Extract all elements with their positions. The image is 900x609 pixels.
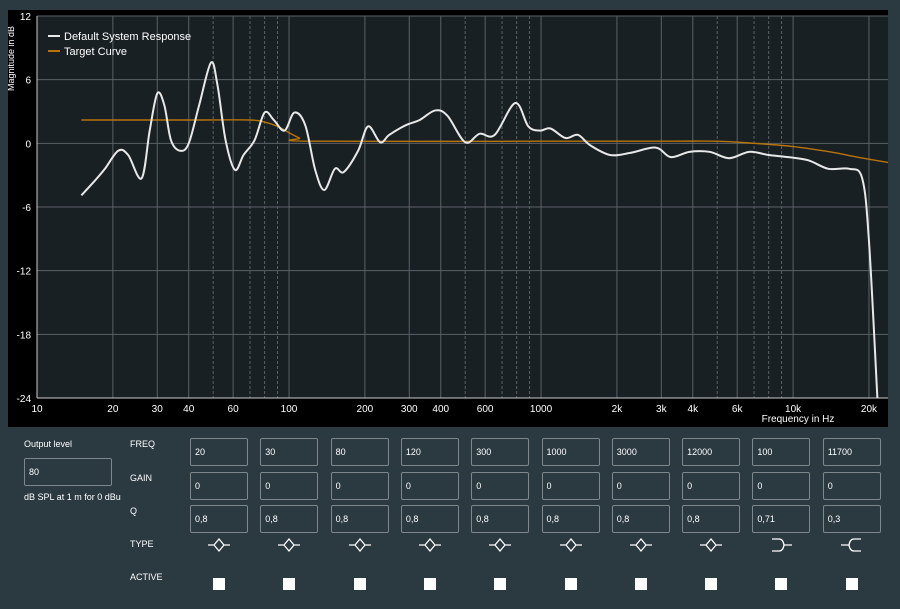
x-tick-label: 300: [401, 404, 418, 415]
filter-q-input[interactable]: 0,71: [752, 505, 810, 533]
filter-gain-input[interactable]: [823, 472, 881, 500]
legend-entry: Default System Response: [64, 31, 191, 43]
x-tick-label: 200: [357, 404, 374, 415]
frequency-response-chart: 1260-6-12-18-241020304060100200300400600…: [8, 10, 888, 427]
filter-q-input[interactable]: 0,8: [190, 505, 248, 533]
filter-type-highpass-icon[interactable]: [769, 537, 793, 553]
filter-q-value: 0,8: [265, 515, 278, 524]
filter-q-value: 0,3: [828, 515, 841, 524]
filter-q-input[interactable]: 0,8: [612, 505, 670, 533]
filter-active-checkbox[interactable]: [424, 578, 436, 590]
y-tick-label: -6: [22, 203, 31, 214]
filter-q-value: 0,8: [617, 515, 630, 524]
filter-active-checkbox[interactable]: [213, 578, 225, 590]
x-tick-label: 6k: [732, 404, 744, 415]
filter-q-value: 0,8: [547, 515, 560, 524]
x-tick-label: 400: [432, 404, 449, 415]
x-tick-label: 1000: [530, 404, 553, 415]
y-tick-label: 6: [25, 76, 31, 87]
y-tick-label: -12: [17, 267, 32, 278]
filter-q-value: 0,8: [336, 515, 349, 524]
filter-q-input[interactable]: 0,8: [542, 505, 600, 533]
filter-freq-input[interactable]: [471, 438, 529, 466]
x-tick-label: 40: [183, 404, 195, 415]
filter-q-input[interactable]: 0,8: [401, 505, 459, 533]
filter-freq-input[interactable]: [401, 438, 459, 466]
filter-freq-input[interactable]: [752, 438, 810, 466]
filter-type-peak-icon[interactable]: [207, 537, 231, 553]
x-tick-label: 100: [281, 404, 298, 415]
filter-gain-input[interactable]: [260, 472, 318, 500]
filter-q-value: 0,71: [757, 515, 775, 524]
x-tick-label: 2k: [612, 404, 624, 415]
x-tick-label: 10: [31, 404, 43, 415]
gain-row-label: GAIN: [130, 473, 152, 483]
filter-type-peak-icon[interactable]: [277, 537, 301, 553]
x-tick-label: 600: [477, 404, 494, 415]
filter-gain-input[interactable]: [471, 472, 529, 500]
filter-q-value: 0,8: [406, 515, 419, 524]
filter-freq-input[interactable]: [682, 438, 740, 466]
x-tick-label: 30: [152, 404, 164, 415]
filter-type-peak-icon[interactable]: [559, 537, 583, 553]
filter-q-input[interactable]: 0,8: [471, 505, 529, 533]
filter-gain-input[interactable]: [190, 472, 248, 500]
output-level-input[interactable]: [24, 458, 112, 486]
filter-gain-input[interactable]: [752, 472, 810, 500]
y-tick-label: -18: [17, 330, 32, 341]
filter-gain-input[interactable]: [542, 472, 600, 500]
x-tick-label: 20k: [861, 404, 878, 415]
filter-active-checkbox[interactable]: [705, 578, 717, 590]
filter-q-input[interactable]: 0,8: [331, 505, 389, 533]
filter-gain-input[interactable]: [401, 472, 459, 500]
filter-freq-input[interactable]: [612, 438, 670, 466]
filter-type-lowpass-icon[interactable]: [840, 537, 864, 553]
filter-freq-input[interactable]: [190, 438, 248, 466]
y-axis-label: Magnitude in dB: [8, 26, 16, 91]
filter-active-checkbox[interactable]: [494, 578, 506, 590]
filter-active-checkbox[interactable]: [283, 578, 295, 590]
y-tick-label: 0: [25, 139, 31, 150]
freq-row-label: FREQ: [130, 439, 155, 449]
type-row-label: TYPE: [130, 539, 154, 549]
filter-type-peak-icon[interactable]: [699, 537, 723, 553]
x-tick-label: 4k: [688, 404, 700, 415]
y-tick-label: -24: [17, 394, 32, 405]
active-row-label: ACTIVE: [130, 572, 163, 582]
filter-freq-input[interactable]: [331, 438, 389, 466]
filter-type-peak-icon[interactable]: [418, 537, 442, 553]
filter-active-checkbox[interactable]: [635, 578, 647, 590]
filter-gain-input[interactable]: [612, 472, 670, 500]
filter-freq-input[interactable]: [542, 438, 600, 466]
legend-entry: Target Curve: [64, 46, 127, 58]
output-level-unit: dB SPL at 1 m for 0 dBu: [24, 492, 121, 502]
filter-type-peak-icon[interactable]: [629, 537, 653, 553]
x-axis-label: Frequency in Hz: [762, 414, 835, 425]
q-row-label: Q: [130, 506, 137, 516]
filter-gain-input[interactable]: [331, 472, 389, 500]
output-level-label: Output level: [24, 439, 72, 449]
filter-active-checkbox[interactable]: [354, 578, 366, 590]
filter-q-input[interactable]: 0,8: [682, 505, 740, 533]
filter-q-value: 0,8: [476, 515, 489, 524]
filter-type-peak-icon[interactable]: [348, 537, 372, 553]
chart-svg: 1260-6-12-18-241020304060100200300400600…: [8, 10, 888, 427]
filter-q-value: 0,8: [687, 515, 700, 524]
filter-freq-input[interactable]: [260, 438, 318, 466]
filter-freq-input[interactable]: [823, 438, 881, 466]
filter-active-checkbox[interactable]: [775, 578, 787, 590]
filter-gain-input[interactable]: [682, 472, 740, 500]
filter-type-peak-icon[interactable]: [488, 537, 512, 553]
x-tick-label: 3k: [656, 404, 668, 415]
filter-q-input[interactable]: 0,8: [260, 505, 318, 533]
x-tick-label: 20: [107, 404, 119, 415]
y-tick-label: 12: [20, 12, 32, 23]
x-tick-label: 60: [228, 404, 240, 415]
filter-active-checkbox[interactable]: [846, 578, 858, 590]
filter-q-value: 0,8: [195, 515, 208, 524]
filter-q-input[interactable]: 0,3: [823, 505, 881, 533]
filter-active-checkbox[interactable]: [565, 578, 577, 590]
